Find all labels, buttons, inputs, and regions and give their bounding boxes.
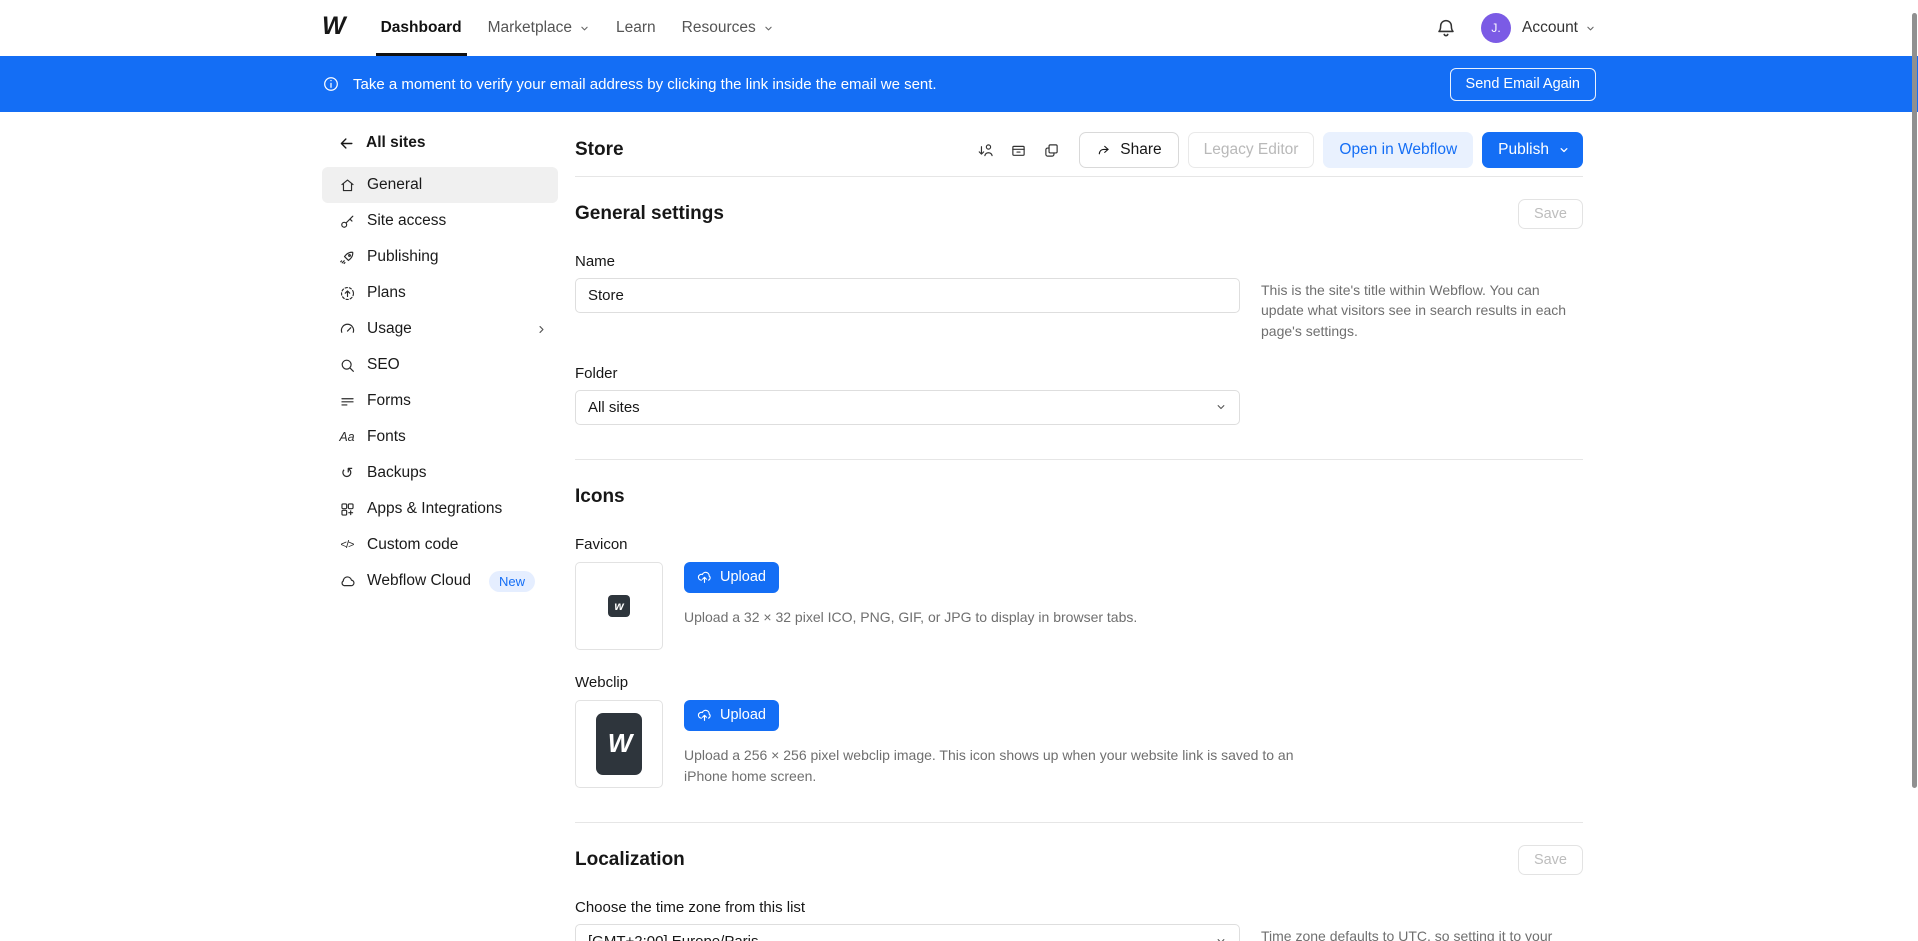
account-menu[interactable]: Account <box>1522 19 1596 37</box>
icons-heading: Icons <box>575 486 625 508</box>
folder-select[interactable]: All sites <box>575 390 1240 425</box>
code-icon: </> <box>338 536 356 554</box>
upload-cloud-icon <box>697 708 712 723</box>
sidebar-item-site-access[interactable]: Site access <box>322 203 558 239</box>
nav-tab-resources[interactable]: Resources <box>669 0 787 56</box>
folder-label: Folder <box>575 365 1583 382</box>
gauge-icon <box>338 320 356 338</box>
send-email-again-button[interactable]: Send Email Again <box>1450 68 1596 101</box>
chevron-down-icon <box>1215 935 1227 941</box>
apps-grid-icon <box>338 500 356 518</box>
timezone-select[interactable]: [GMT+2:00] Europe/Paris <box>575 924 1240 941</box>
divider <box>575 176 1583 177</box>
share-button[interactable]: Share <box>1079 132 1178 168</box>
chevron-down-icon <box>763 23 774 34</box>
rocket-icon <box>338 248 356 266</box>
archive-icon[interactable] <box>1005 137 1031 163</box>
divider <box>575 822 1583 823</box>
save-button[interactable]: Save <box>1518 845 1583 875</box>
open-in-webflow-button[interactable]: Open in Webflow <box>1323 132 1473 168</box>
sidebar-item-apps-integrations[interactable]: Apps & Integrations <box>322 491 558 527</box>
page-title: Store <box>575 139 624 161</box>
timezone-help-text: Time zone defaults to UTC, so setting it… <box>1261 924 1583 941</box>
chevron-down-icon <box>579 23 590 34</box>
name-help-text: This is the site's title within Webflow.… <box>1261 278 1583 341</box>
bell-icon[interactable] <box>1435 17 1457 39</box>
upload-cloud-icon <box>697 570 712 585</box>
favicon-label: Favicon <box>575 536 1583 553</box>
nav-tab-dashboard[interactable]: Dashboard <box>368 0 475 56</box>
nav-tab-marketplace[interactable]: Marketplace <box>475 0 603 56</box>
webclip-label: Webclip <box>575 674 1583 691</box>
fonts-icon: Aa <box>338 428 356 446</box>
sidebar-item-webflow-cloud[interactable]: Webflow Cloud New <box>322 563 558 599</box>
favicon-image: w <box>608 595 630 617</box>
sidebar-item-publishing[interactable]: Publishing <box>322 239 558 275</box>
top-nav: W Dashboard Marketplace Learn Resources … <box>0 0 1918 56</box>
divider <box>575 459 1583 460</box>
duplicate-icon[interactable] <box>1038 137 1064 163</box>
chevron-down-icon <box>1585 23 1596 34</box>
general-settings-heading: General settings <box>575 203 724 225</box>
new-badge: New <box>489 571 535 592</box>
legacy-editor-button[interactable]: Legacy Editor <box>1188 132 1315 168</box>
webflow-logo-icon[interactable]: W <box>322 14 344 42</box>
sidebar-item-custom-code[interactable]: </> Custom code <box>322 527 558 563</box>
restore-icon: ↺ <box>338 464 356 482</box>
sidebar-item-seo[interactable]: SEO <box>322 347 558 383</box>
nav-tab-learn[interactable]: Learn <box>603 0 669 56</box>
search-icon <box>338 356 356 374</box>
upgrade-circle-icon <box>338 284 356 302</box>
home-icon <box>338 176 356 194</box>
chevron-down-icon <box>1558 144 1570 156</box>
site-name-input[interactable] <box>575 278 1240 313</box>
sidebar-item-forms[interactable]: Forms <box>322 383 558 419</box>
timezone-label: Choose the time zone from this list <box>575 899 1583 916</box>
cloud-icon <box>338 572 356 590</box>
favicon-preview: w <box>575 562 663 650</box>
primary-nav: Dashboard Marketplace Learn Resources <box>368 0 787 56</box>
sidebar-item-usage[interactable]: Usage <box>322 311 558 347</box>
localization-heading: Localization <box>575 849 685 871</box>
form-lines-icon <box>338 392 356 410</box>
sidebar-item-general[interactable]: General <box>322 167 558 203</box>
back-to-all-sites[interactable]: All sites <box>322 134 558 152</box>
chevron-down-icon <box>1215 401 1227 413</box>
webclip-image: W <box>596 713 642 775</box>
chevron-right-icon <box>535 323 548 336</box>
webclip-help-text: Upload a 256 × 256 pixel webclip image. … <box>684 745 1324 787</box>
sidebar-item-plans[interactable]: Plans <box>322 275 558 311</box>
page-scrollbar[interactable] <box>1912 13 1917 788</box>
webclip-preview: W <box>575 700 663 788</box>
sidebar-item-fonts[interactable]: Aa Fonts <box>322 419 558 455</box>
banner-message: Take a moment to verify your email addre… <box>353 76 937 93</box>
key-icon <box>338 212 356 230</box>
avatar[interactable]: J. <box>1481 13 1511 43</box>
name-label: Name <box>575 253 1583 270</box>
settings-sidebar: All sites General Site access Publishing… <box>322 112 558 599</box>
sidebar-item-backups[interactable]: ↺ Backups <box>322 455 558 491</box>
favicon-help-text: Upload a 32 × 32 pixel ICO, PNG, GIF, or… <box>684 607 1324 628</box>
settings-main: Store Share Legacy Editor Open in Webflo… <box>575 112 1583 941</box>
favicon-upload-button[interactable]: Upload <box>684 562 779 593</box>
share-arrow-icon <box>1096 143 1111 158</box>
info-icon <box>322 75 340 93</box>
webclip-upload-button[interactable]: Upload <box>684 700 779 731</box>
arrow-left-icon <box>338 135 355 152</box>
email-verify-banner: Take a moment to verify your email addre… <box>0 56 1918 112</box>
publish-button[interactable]: Publish <box>1482 132 1583 168</box>
transfer-site-icon[interactable] <box>972 137 998 163</box>
save-button[interactable]: Save <box>1518 199 1583 229</box>
